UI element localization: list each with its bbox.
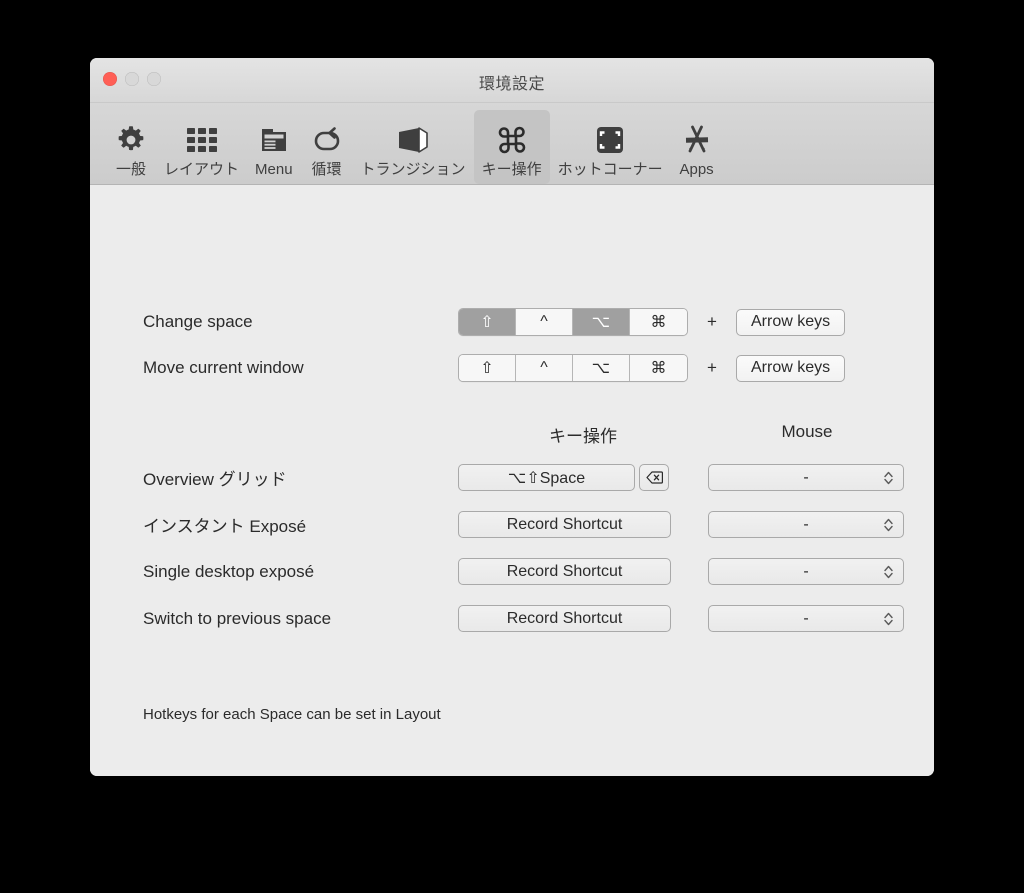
single-desktop-expose-mouse-select[interactable]: - (708, 558, 904, 585)
column-header-mouse: Mouse (781, 422, 833, 441)
column-header-shortcut: キー操作 (549, 427, 617, 446)
toolbar-item-label: Apps (679, 161, 714, 178)
instant-expose-shortcut-cell: Record Shortcut (458, 511, 708, 538)
toolbar-item-label: 一般 (115, 161, 146, 178)
single-desktop-expose-mouse-value: - (803, 562, 809, 580)
change-space-modifier-segmented[interactable]: ⇧ ^ ⌥ ⌘ (458, 308, 688, 336)
command-icon (495, 120, 529, 160)
switch-previous-space-shortcut-cell: Record Shortcut (458, 605, 708, 632)
segment-option[interactable]: ⌥ (573, 309, 630, 335)
toolbar-item-label: ホットコーナー (557, 161, 663, 178)
app-store-icon (679, 120, 715, 160)
instant-expose-label: インスタント Exposé (143, 517, 307, 536)
switch-previous-space-shortcut-button[interactable]: Record Shortcut (458, 605, 671, 632)
overview-grid-mouse-select[interactable]: - (708, 464, 904, 491)
toolbar-item-label: キー操作 (481, 161, 542, 178)
plus-separator: + (707, 312, 717, 331)
overview-grid-row: Overview グリッド ⌥⇧Space - (143, 464, 904, 491)
instant-expose-mouse-value: - (803, 515, 809, 533)
toolbar-item-label: トランジション (360, 161, 466, 178)
toolbar-item-transition[interactable]: トランジション (353, 110, 474, 184)
toolbar: 一般 レイアウト Menu 循環 トランジション キー操作 ホットコーナー Ap… (90, 103, 934, 185)
overview-grid-shortcut-button[interactable]: ⌥⇧Space (458, 464, 635, 491)
toolbar-item-label: Menu (255, 161, 293, 178)
single-desktop-expose-label: Single desktop exposé (143, 561, 315, 581)
segment-control[interactable]: ^ (516, 355, 573, 381)
change-space-row: Change space ⇧ ^ ⌥ ⌘ + Arrow keys (143, 308, 904, 336)
toolbar-item-hot-corners[interactable]: ホットコーナー (550, 110, 671, 184)
single-desktop-expose-shortcut-button[interactable]: Record Shortcut (458, 558, 671, 585)
switch-previous-space-row: Switch to previous space Record Shortcut… (143, 605, 904, 632)
segment-option[interactable]: ⌥ (573, 355, 630, 381)
preferences-window: 環境設定 一般 レイアウト Menu 循環 トランジション キー操作 ホットコー… (90, 58, 934, 776)
stepper-chevrons-icon (883, 517, 894, 532)
gear-icon (114, 120, 148, 160)
hot-corners-icon (593, 120, 627, 160)
overview-grid-shortcut-cell: ⌥⇧Space (458, 464, 708, 491)
move-window-arrow-keys-button[interactable]: Arrow keys (736, 354, 846, 382)
plus-separator: + (707, 358, 717, 377)
loop-arrow-icon (309, 120, 345, 160)
switch-previous-space-mouse-value: - (803, 609, 809, 627)
segment-control[interactable]: ^ (516, 309, 573, 335)
switch-previous-space-label: Switch to previous space (143, 608, 332, 628)
move-window-row: Move current window ⇧ ^ ⌥ ⌘ + Arrow keys (143, 354, 904, 382)
instant-expose-shortcut-button[interactable]: Record Shortcut (458, 511, 671, 538)
overview-grid-mouse-value: - (803, 468, 809, 486)
menu-window-icon (258, 120, 290, 160)
stepper-chevrons-icon (883, 564, 894, 579)
toolbar-item-label: レイアウト (164, 161, 240, 178)
change-space-label: Change space (143, 312, 253, 331)
move-window-modifier-segmented[interactable]: ⇧ ^ ⌥ ⌘ (458, 354, 688, 382)
instant-expose-row: インスタント Exposé Record Shortcut - (143, 511, 904, 538)
screen: 環境設定 一般 レイアウト Menu 循環 トランジション キー操作 ホットコー… (0, 0, 1024, 893)
toolbar-item-menu[interactable]: Menu (247, 110, 301, 184)
change-space-arrow-keys-button[interactable]: Arrow keys (736, 308, 846, 336)
overview-grid-clear-button[interactable] (639, 464, 669, 491)
instant-expose-mouse-select[interactable]: - (708, 511, 904, 538)
stepper-chevrons-icon (883, 470, 894, 485)
overview-grid-label: Overview グリッド (143, 470, 287, 489)
delete-backward-icon (645, 471, 663, 484)
window-titlebar: 環境設定 (90, 58, 934, 103)
segment-command[interactable]: ⌘ (630, 355, 687, 381)
segment-shift[interactable]: ⇧ (459, 355, 516, 381)
toolbar-item-apps[interactable]: Apps (671, 110, 723, 184)
single-desktop-expose-shortcut-cell: Record Shortcut (458, 558, 708, 585)
switch-previous-space-mouse-select[interactable]: - (708, 605, 904, 632)
cube-icon (395, 120, 431, 160)
window-title: 環境設定 (478, 76, 545, 93)
toolbar-item-general[interactable]: 一般 (106, 110, 156, 184)
stepper-chevrons-icon (883, 611, 894, 626)
move-window-label: Move current window (143, 358, 304, 377)
segment-command[interactable]: ⌘ (630, 309, 687, 335)
toolbar-item-layout[interactable]: レイアウト (156, 110, 247, 184)
toolbar-item-keyboard-shortcuts[interactable]: キー操作 (473, 110, 550, 184)
footnote-text: Hotkeys for each Space can be set in Lay… (143, 706, 441, 723)
toolbar-item-label: 循環 (311, 161, 342, 178)
single-desktop-expose-row: Single desktop exposé Record Shortcut - (143, 558, 904, 585)
preferences-content: Change space ⇧ ^ ⌥ ⌘ + Arrow keys Move c… (90, 185, 934, 776)
toolbar-item-cycle[interactable]: 循環 (301, 110, 353, 184)
segment-shift[interactable]: ⇧ (459, 309, 516, 335)
grid-icon (185, 120, 219, 160)
